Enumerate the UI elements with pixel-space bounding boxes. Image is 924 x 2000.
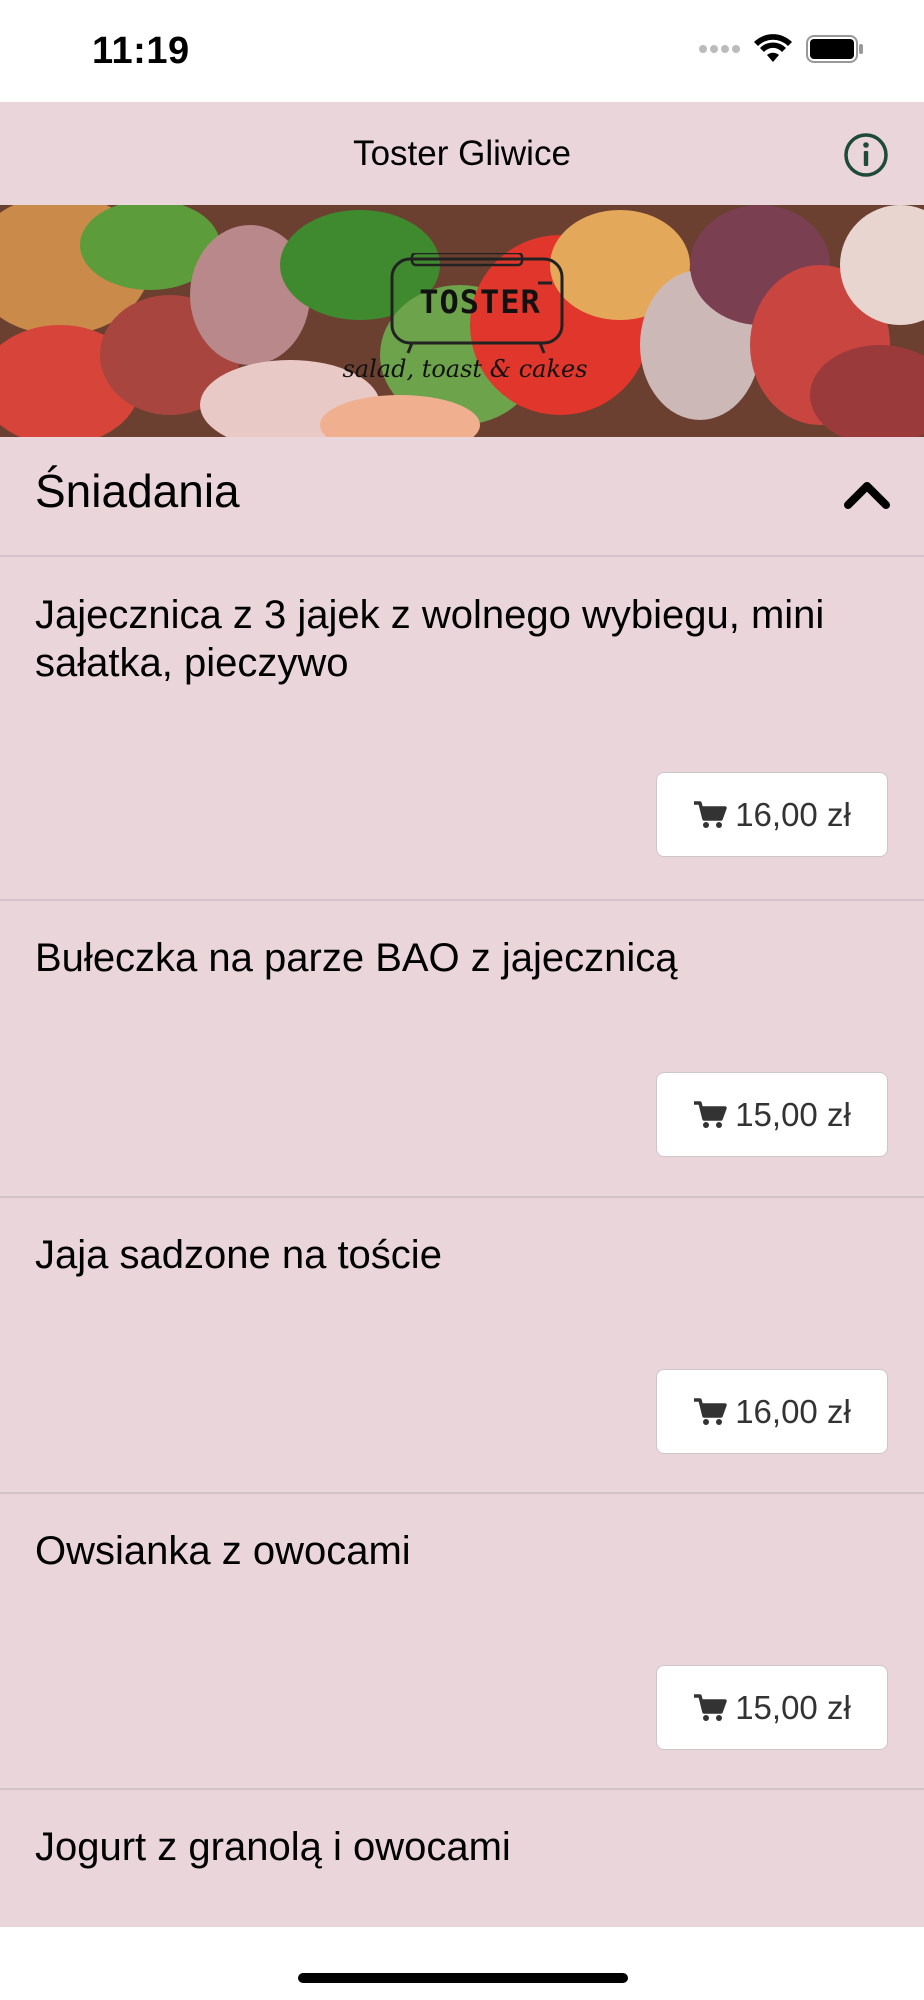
chevron-up-icon[interactable] bbox=[844, 477, 890, 511]
nav-bar: Toster Gliwice bbox=[0, 102, 924, 205]
battery-icon bbox=[806, 35, 863, 63]
price-label: 15,00 zł bbox=[735, 1095, 851, 1133]
wifi-icon bbox=[754, 34, 792, 62]
cart-icon bbox=[694, 800, 727, 828]
cart-icon bbox=[694, 1100, 727, 1128]
item-name: Jaja sadzone na toście bbox=[35, 1233, 442, 1277]
list-item: Bułeczka na parze BAO z jajecznicą 15,00… bbox=[0, 900, 924, 1198]
menu-content: Śniadania Jajecznica z 3 jajek z wolnego… bbox=[0, 437, 924, 1927]
item-name: Owsianka z owocami bbox=[35, 1529, 411, 1573]
list-item: Jogurt z granolą i owocami bbox=[0, 1789, 924, 1927]
home-area bbox=[0, 1927, 924, 2000]
status-bar: 11:19 bbox=[0, 0, 924, 102]
add-to-cart-button[interactable]: 16,00 zł bbox=[656, 1369, 888, 1454]
hero-banner: TOSTER salad, toast & cakes bbox=[0, 205, 924, 437]
item-name: Bułeczka na parze BAO z jajecznicą bbox=[35, 936, 678, 980]
logo-tagline: salad, toast & cakes bbox=[342, 355, 588, 383]
section-header[interactable]: Śniadania bbox=[0, 437, 924, 557]
add-to-cart-button[interactable]: 16,00 zł bbox=[656, 772, 888, 857]
list-item: Jajecznica z 3 jajek z wolnego wybiegu, … bbox=[0, 557, 924, 901]
logo: TOSTER salad, toast & cakes bbox=[340, 253, 590, 393]
add-to-cart-button[interactable]: 15,00 zł bbox=[656, 1665, 888, 1750]
page-title: Toster Gliwice bbox=[353, 134, 571, 173]
list-item: Jaja sadzone na toście 16,00 zł bbox=[0, 1197, 924, 1494]
section-title: Śniadania bbox=[35, 465, 240, 517]
status-icons bbox=[698, 34, 864, 64]
price-label: 16,00 zł bbox=[735, 795, 851, 833]
list-item: Owsianka z owocami 15,00 zł bbox=[0, 1493, 924, 1790]
home-indicator[interactable] bbox=[298, 1973, 628, 1983]
item-name: Jogurt z granolą i owocami bbox=[35, 1825, 511, 1869]
price-label: 15,00 zł bbox=[735, 1688, 851, 1726]
price-label: 16,00 zł bbox=[735, 1392, 851, 1430]
add-to-cart-button[interactable]: 15,00 zł bbox=[656, 1072, 888, 1157]
logo-word: TOSTER bbox=[419, 283, 541, 321]
info-icon[interactable] bbox=[843, 132, 889, 178]
signal-dots-icon bbox=[699, 45, 740, 53]
status-time: 11:19 bbox=[92, 30, 190, 72]
cart-icon bbox=[694, 1397, 727, 1425]
item-name: Jajecznica z 3 jajek z wolnego wybiegu, … bbox=[35, 593, 825, 685]
cart-icon bbox=[694, 1693, 727, 1721]
